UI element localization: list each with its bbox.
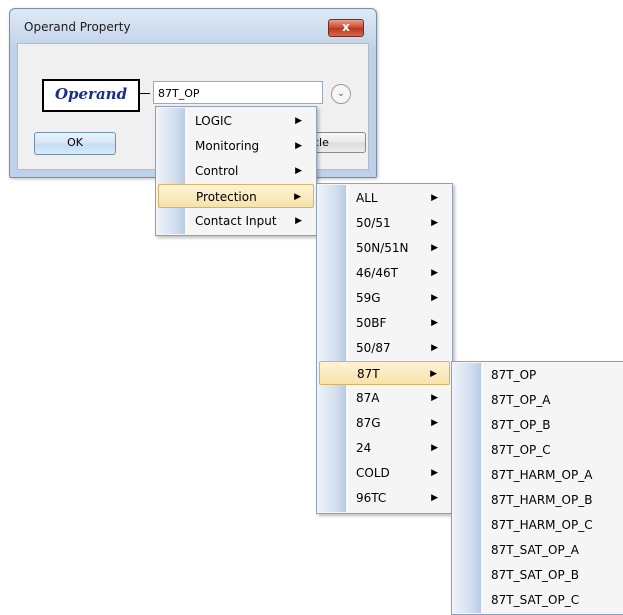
protection-menu-item[interactable]: ALL ▶ xyxy=(319,186,450,210)
protection-menu-item[interactable]: 24 ▶ xyxy=(319,436,450,460)
operand-menu-item[interactable]: 87T_OP_A xyxy=(454,388,621,412)
operand-menu-item-label: 87T_SAT_OP_B xyxy=(491,568,579,582)
submenu-arrow-icon: ▶ xyxy=(431,268,438,278)
submenu-arrow-icon: ▶ xyxy=(431,318,438,328)
operand-menu-item[interactable]: 87T_SAT_OP_A xyxy=(454,538,621,562)
operand-input[interactable]: 87T_OP xyxy=(153,81,323,104)
protection-menu-item[interactable]: 50N/51N ▶ xyxy=(319,236,450,260)
protection-menu-item[interactable]: 87A ▶ xyxy=(319,386,450,410)
protection-menu-item-label: 50/51 xyxy=(356,216,391,230)
title-bar[interactable]: Operand Property x xyxy=(10,9,376,43)
operand-menu-item-label: 87T_HARM_OP_A xyxy=(491,468,593,482)
operand-label: Operand xyxy=(42,79,140,112)
protection-menu-item[interactable]: 46/46T ▶ xyxy=(319,261,450,285)
operand-menu-item[interactable]: 87T_OP_B xyxy=(454,413,621,437)
submenu-arrow-icon: ▶ xyxy=(431,293,438,303)
protection-menu-item-label: 87G xyxy=(356,416,381,430)
category-menu-item-label: Control xyxy=(195,164,239,178)
operand-menu-item[interactable]: 87T_HARM_OP_C xyxy=(454,513,621,537)
protection-menu-item-label: 96TC xyxy=(356,491,387,505)
submenu-arrow-icon: ▶ xyxy=(294,192,301,202)
operand-menu-item[interactable]: 87T_HARM_OP_A xyxy=(454,463,621,487)
protection-menu-item-label: 50N/51N xyxy=(356,241,409,255)
submenu-arrow-icon: ▶ xyxy=(431,443,438,453)
protection-menu-item-label: 50BF xyxy=(356,316,387,330)
protection-menu-item[interactable]: 87G ▶ xyxy=(319,411,450,435)
dialog-title: Operand Property xyxy=(24,20,131,34)
protection-menu-item[interactable]: COLD ▶ xyxy=(319,461,450,485)
protection-menu-item-label: ALL xyxy=(356,191,378,205)
close-button[interactable]: x xyxy=(328,19,364,37)
protection-menu-item[interactable]: 96TC ▶ xyxy=(319,486,450,510)
submenu-arrow-icon: ▶ xyxy=(430,369,437,379)
protection-menu-item-label: 24 xyxy=(356,441,372,455)
operand-menu-item[interactable]: 87T_HARM_OP_B xyxy=(454,488,621,512)
operand-category-menu: LOGIC ▶ Monitoring ▶ Control ▶ Protection ▶ Cont… xyxy=(155,106,317,236)
submenu-arrow-icon: ▶ xyxy=(431,393,438,403)
protection-menu-item[interactable]: 50/87 ▶ xyxy=(319,336,450,360)
87t-submenu: 87T_OP 87T_OP_A 87T_OP_B 87T_OP_C 87T_HARM_O… xyxy=(451,361,623,615)
protection-menu-item[interactable]: 87T ▶ xyxy=(319,361,450,385)
protection-menu-item-label: 59G xyxy=(356,291,381,305)
category-menu-item[interactable]: Monitoring ▶ xyxy=(158,134,314,158)
operand-menu-item-label: 87T_HARM_OP_B xyxy=(491,493,593,507)
operand-menu-item-label: 87T_OP_B xyxy=(491,418,551,432)
category-menu-item[interactable]: Control ▶ xyxy=(158,159,314,183)
operand-menu-item-label: 87T_SAT_OP_A xyxy=(491,543,579,557)
submenu-arrow-icon: ▶ xyxy=(431,343,438,353)
submenu-arrow-icon: ▶ xyxy=(431,218,438,228)
category-menu-item-label: Monitoring xyxy=(195,139,260,153)
submenu-arrow-icon: ▶ xyxy=(431,418,438,428)
operand-menu-item-label: 87T_SAT_OP_C xyxy=(491,593,580,607)
protection-menu-item-label: COLD xyxy=(356,466,390,480)
operand-menu-item-label: 87T_OP_C xyxy=(491,443,551,457)
connector-line xyxy=(140,93,150,94)
submenu-arrow-icon: ▶ xyxy=(295,166,302,176)
category-menu-item-label: LOGIC xyxy=(195,114,232,128)
protection-menu-item[interactable]: 59G ▶ xyxy=(319,286,450,310)
operand-menu-item[interactable]: 87T_SAT_OP_C xyxy=(454,588,621,612)
category-menu-item[interactable]: Contact Input ▶ xyxy=(158,209,314,233)
submenu-arrow-icon: ▶ xyxy=(431,243,438,253)
protection-menu-item-label: 50/87 xyxy=(356,341,391,355)
submenu-arrow-icon: ▶ xyxy=(295,216,302,226)
close-icon: x xyxy=(342,20,350,34)
protection-submenu: ALL ▶ 50/51 ▶ 50N/51N ▶ 46/46T ▶ 59G ▶ 50BF ▶ 50/87 ▶… xyxy=(316,183,453,514)
category-menu-item-label: Protection xyxy=(196,190,257,204)
operand-menu-item[interactable]: 87T_OP xyxy=(454,363,621,387)
submenu-arrow-icon: ▶ xyxy=(295,116,302,126)
protection-menu-item-label: 46/46T xyxy=(356,266,398,280)
category-menu-item[interactable]: LOGIC ▶ xyxy=(158,109,314,133)
submenu-arrow-icon: ▶ xyxy=(295,141,302,151)
operand-dropdown-button[interactable]: ⌄ xyxy=(331,84,351,104)
operand-menu-item-label: 87T_HARM_OP_C xyxy=(491,518,593,532)
protection-menu-item-label: 87A xyxy=(356,391,380,405)
category-menu-item[interactable]: Protection ▶ xyxy=(158,184,314,208)
operand-menu-item[interactable]: 87T_OP_C xyxy=(454,438,621,462)
operand-menu-item-label: 87T_OP_A xyxy=(491,393,551,407)
protection-menu-item[interactable]: 50BF ▶ xyxy=(319,311,450,335)
category-menu-item-label: Contact Input xyxy=(195,214,277,228)
operand-menu-item-label: 87T_OP xyxy=(491,368,537,382)
submenu-arrow-icon: ▶ xyxy=(431,468,438,478)
submenu-arrow-icon: ▶ xyxy=(431,493,438,503)
ok-button[interactable]: OK xyxy=(34,132,116,155)
protection-menu-item[interactable]: 50/51 ▶ xyxy=(319,211,450,235)
chevron-down-icon: ⌄ xyxy=(336,88,346,99)
protection-menu-item-label: 87T xyxy=(357,367,380,381)
submenu-arrow-icon: ▶ xyxy=(431,193,438,203)
operand-menu-item[interactable]: 87T_SAT_OP_B xyxy=(454,563,621,587)
